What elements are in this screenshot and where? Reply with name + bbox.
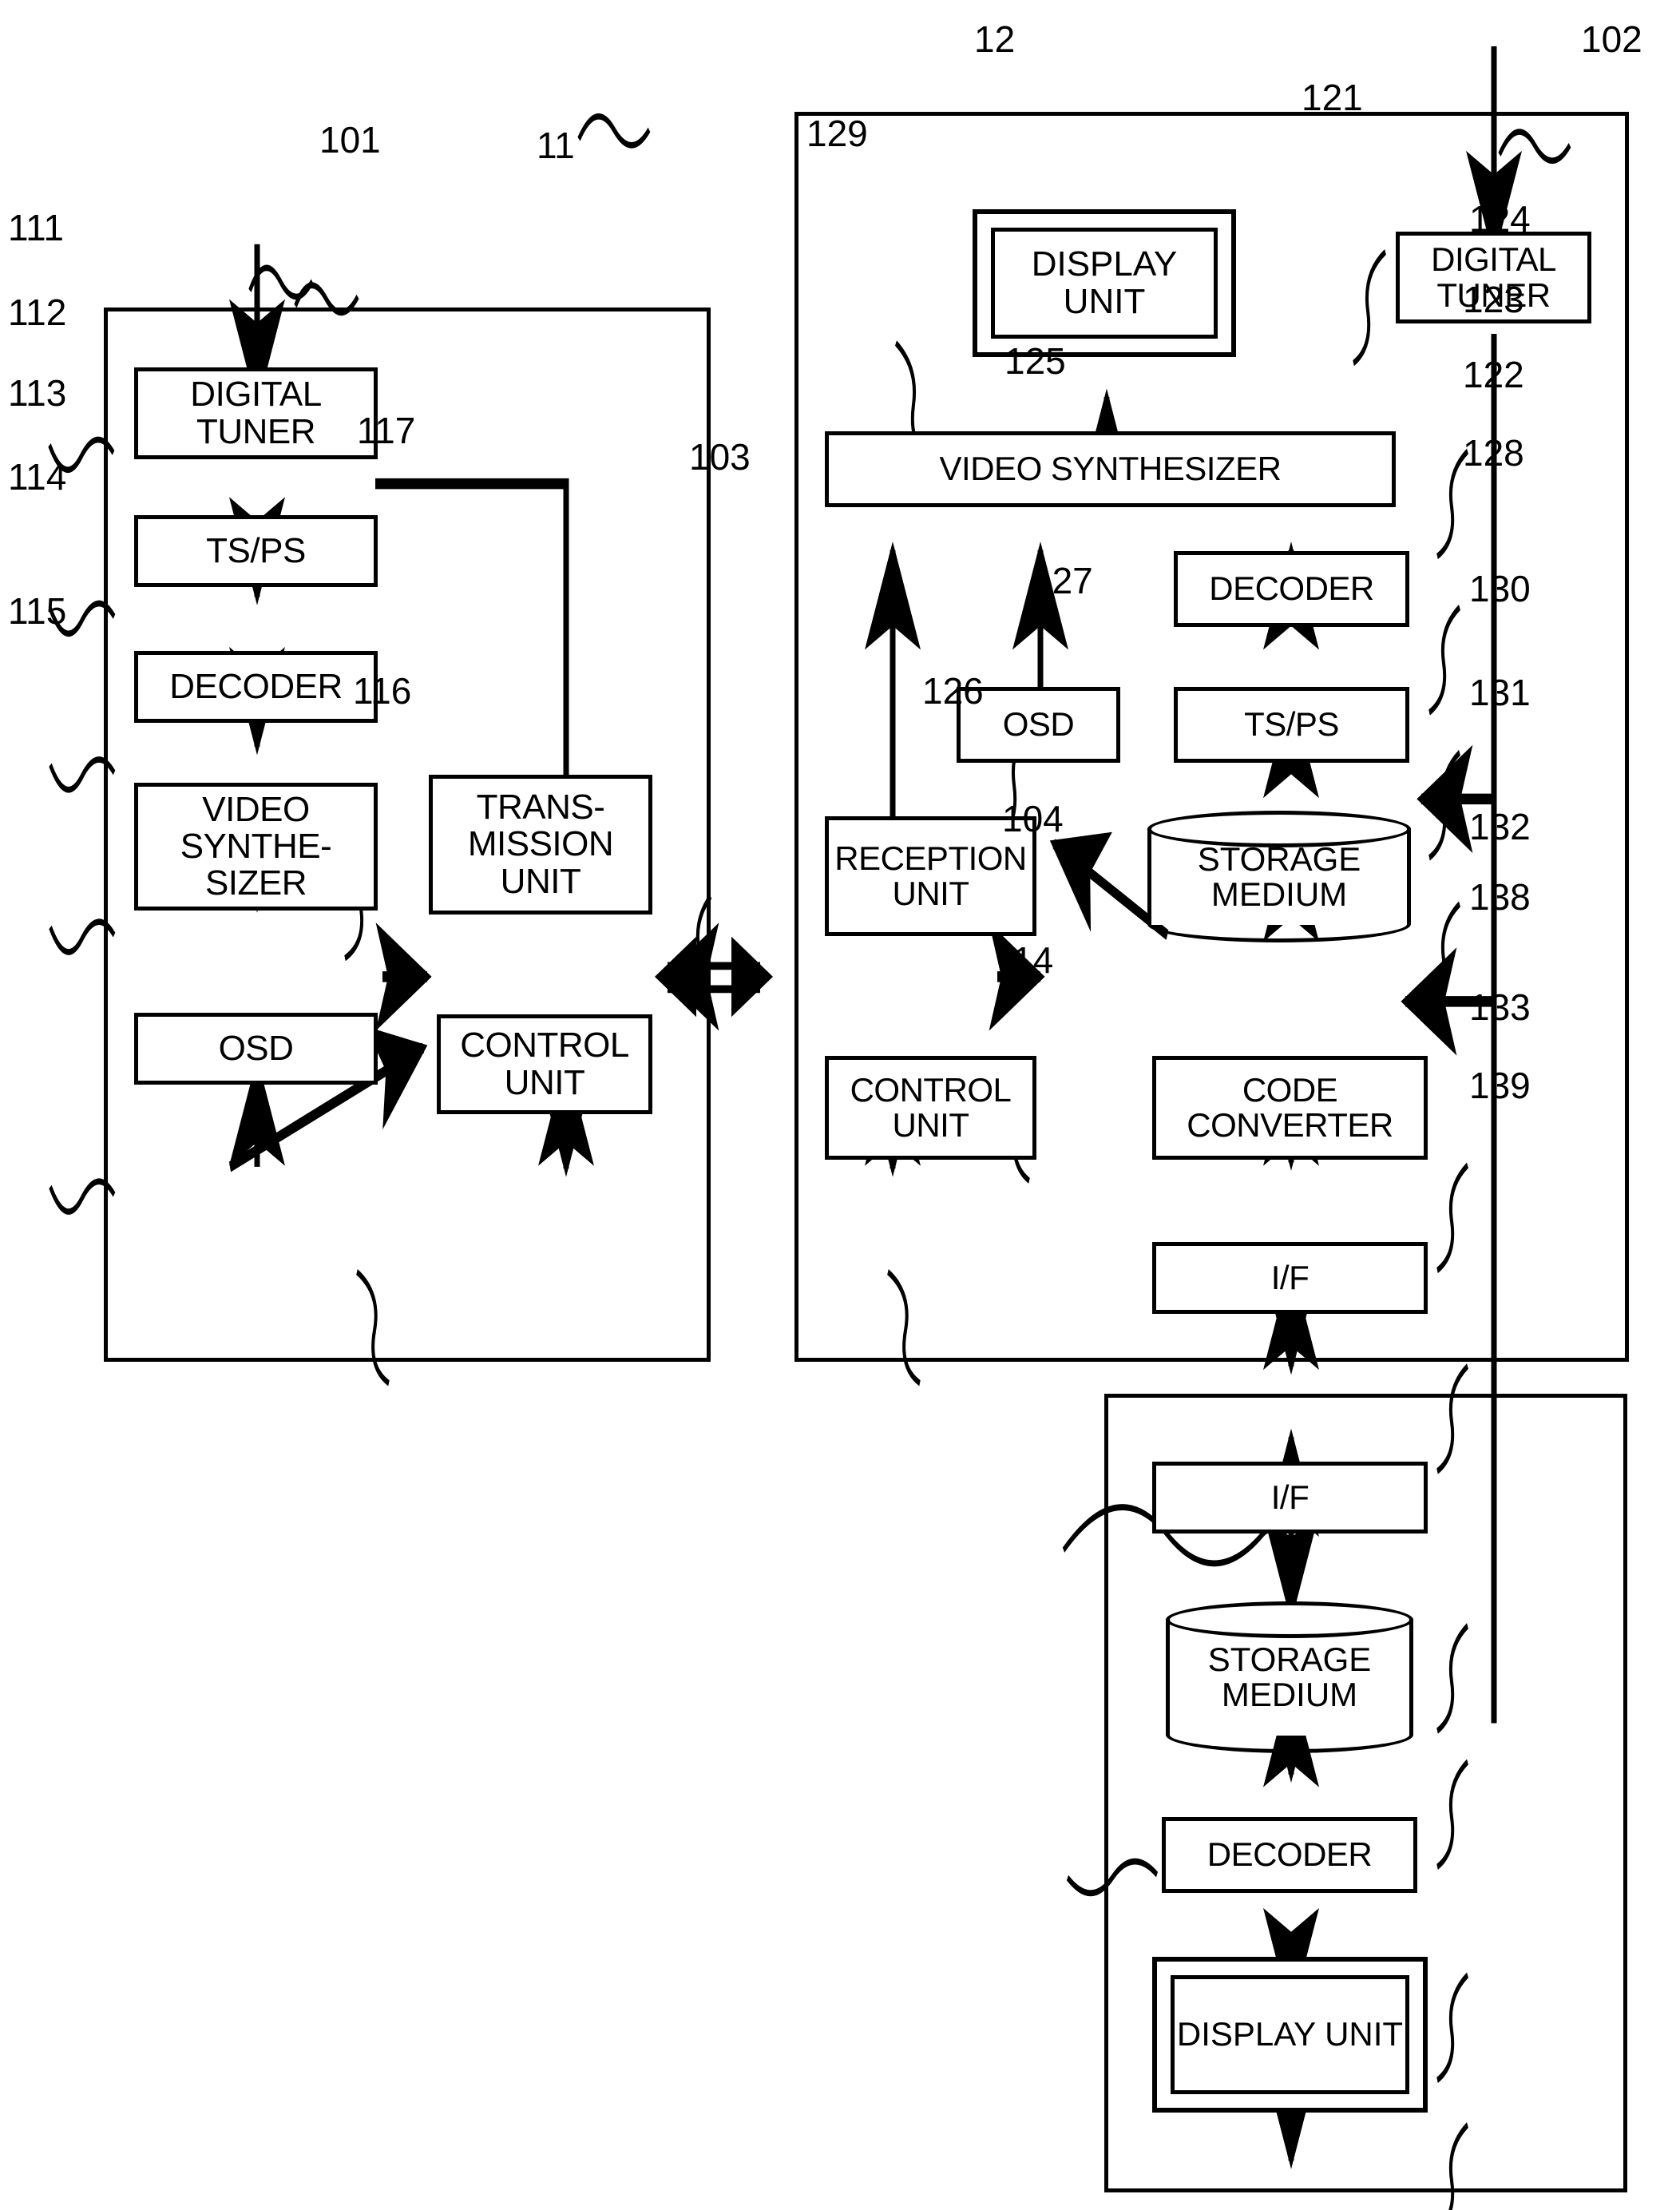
ref-111: 111 <box>8 207 64 248</box>
ref-122: 122 <box>1463 354 1524 395</box>
block-label: DECODER <box>1207 1835 1373 1874</box>
block-label: I/F <box>1270 1258 1310 1296</box>
block-receiver-display-unit[interactable]: DISPLAY UNIT <box>973 209 1236 357</box>
block-transmitter-control-unit[interactable]: CONTROL UNIT <box>437 1014 652 1114</box>
block-code-converter[interactable]: CODE CONVERTER <box>1152 1056 1428 1160</box>
ref-132: 132 <box>1469 806 1531 847</box>
display-unit-screen: DISPLAY UNIT <box>991 228 1218 339</box>
ref-117: 117 <box>357 410 416 451</box>
ref-14: 14 <box>1012 939 1054 981</box>
block-receiver-control-unit[interactable]: CONTROL UNIT <box>825 1056 1036 1160</box>
ref-112: 112 <box>8 292 67 333</box>
block-portable-storage-medium[interactable]: STORAGE MEDIUM <box>1166 1601 1413 1753</box>
ref-103: 103 <box>689 436 751 478</box>
block-label: OSD <box>1002 705 1075 744</box>
ref-11: 11 <box>537 125 575 166</box>
block-transmitter-ts-ps[interactable]: TS/PS <box>134 515 378 587</box>
block-label: VIDEO SYNTHESIZER <box>939 450 1282 488</box>
block-receiver-interface[interactable]: I/F <box>1152 1242 1428 1314</box>
ref-115: 115 <box>8 590 67 632</box>
ref-129: 129 <box>806 113 868 154</box>
block-label: DISPLAY UNIT <box>1176 2015 1404 2053</box>
ref-131: 131 <box>1469 672 1531 713</box>
block-label: I/F <box>1270 1478 1310 1516</box>
ref-124: 124 <box>1469 198 1531 240</box>
ref-139: 139 <box>1469 1065 1531 1106</box>
block-transmission-unit[interactable]: TRANS- MISSION UNIT <box>429 775 652 915</box>
block-label: DECODER <box>1209 569 1374 608</box>
block-label: STORAGE MEDIUM <box>1197 839 1361 913</box>
ref-133: 133 <box>1469 986 1531 1028</box>
block-transmitter-digital-tuner[interactable]: DIGITAL TUNER <box>134 367 378 459</box>
block-receiver-storage-medium[interactable]: STORAGE MEDIUM <box>1147 811 1411 942</box>
block-label: RECEPTION UNIT <box>834 839 1027 912</box>
ref-102: 102 <box>1581 18 1642 60</box>
ref-114: 114 <box>8 456 67 498</box>
block-label: CONTROL UNIT <box>460 1026 629 1102</box>
ref-12: 12 <box>974 18 1016 60</box>
block-transmitter-decoder[interactable]: DECODER <box>134 651 378 723</box>
block-label: TS/PS <box>1244 705 1339 744</box>
block-label: STORAGE MEDIUM <box>1207 1640 1372 1713</box>
block-label: TS/PS <box>206 530 306 570</box>
block-transmitter-osd[interactable]: OSD <box>134 1013 378 1085</box>
display-unit-screen: DISPLAY UNIT <box>1171 1975 1409 2094</box>
block-label: CODE CONVERTER <box>1187 1070 1393 1144</box>
block-receiver-video-synthesizer[interactable]: VIDEO SYNTHESIZER <box>825 431 1396 507</box>
ref-116: 116 <box>353 670 412 712</box>
block-label: DISPLAY UNIT <box>1031 244 1178 321</box>
ref-125: 125 <box>1004 340 1066 382</box>
block-portable-display-unit[interactable]: DISPLAY UNIT <box>1152 1957 1428 2113</box>
ref-130: 130 <box>1469 568 1531 609</box>
block-portable-interface[interactable]: I/F <box>1152 1462 1428 1534</box>
block-label: OSD <box>218 1028 294 1068</box>
block-portable-decoder[interactable]: DECODER <box>1162 1817 1417 1893</box>
block-receiver-ts-ps[interactable]: TS/PS <box>1174 687 1409 763</box>
ref-138: 138 <box>1469 876 1531 918</box>
ref-104: 104 <box>1002 798 1064 839</box>
ref-127: 127 <box>1032 560 1093 601</box>
block-receiver-decoder[interactable]: DECODER <box>1174 551 1409 627</box>
ref-121: 121 <box>1302 77 1363 118</box>
block-label: VIDEO SYNTHE- SIZER <box>180 789 332 903</box>
block-label: TRANS- MISSION UNIT <box>467 788 614 901</box>
ref-101: 101 <box>319 119 381 161</box>
cylinder-top-edge <box>1166 1601 1413 1638</box>
block-label: DECODER <box>169 666 343 706</box>
ref-123: 123 <box>1463 279 1524 320</box>
block-label: CONTROL UNIT <box>850 1070 1012 1144</box>
patent-figure-canvas: DIGITAL TUNER TS/PS DECODER VIDEO SYNTHE… <box>0 0 1680 2210</box>
ref-113: 113 <box>8 372 67 414</box>
block-label: DIGITAL TUNER <box>190 375 322 451</box>
block-transmitter-video-synthesizer[interactable]: VIDEO SYNTHE- SIZER <box>134 783 378 911</box>
ref-128: 128 <box>1463 432 1524 474</box>
ref-126: 126 <box>922 670 984 712</box>
